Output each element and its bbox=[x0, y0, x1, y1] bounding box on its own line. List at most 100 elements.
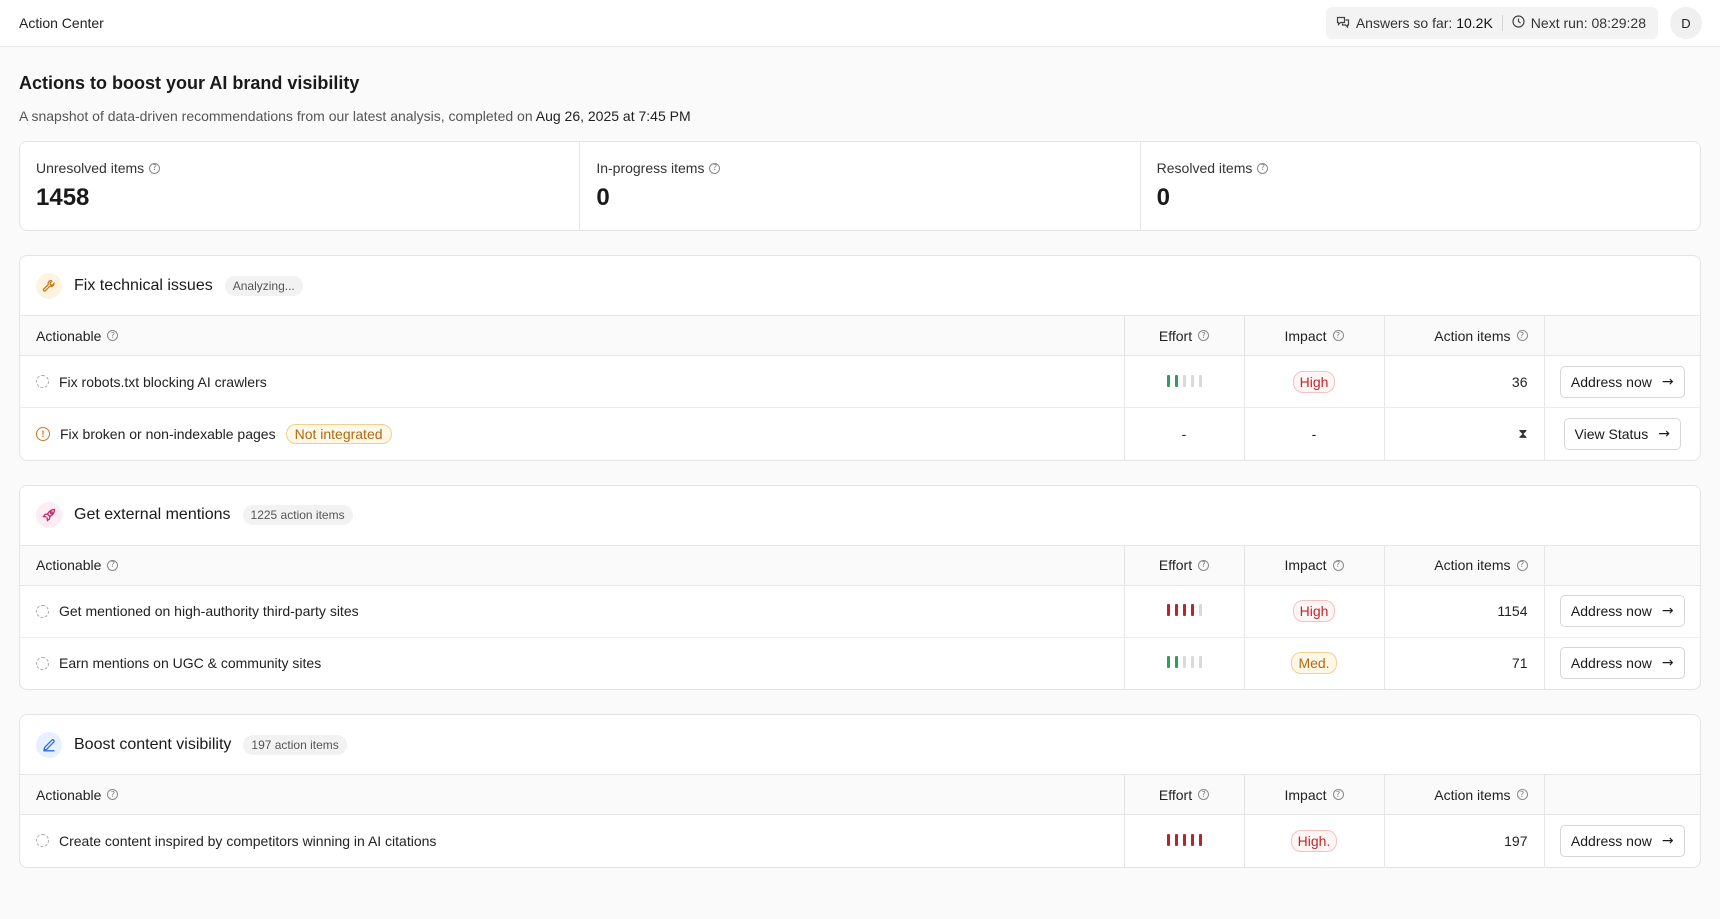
action-label: Get mentioned on high-authority third-pa… bbox=[59, 603, 359, 619]
top-bar: Action Center Answers so far: 10.2K Next… bbox=[0, 0, 1720, 47]
col-action-items: Action items? bbox=[1384, 544, 1545, 586]
impact-badge: Med. bbox=[1291, 652, 1337, 675]
help-icon[interactable]: ? bbox=[107, 330, 119, 341]
actions-table: Actionable? Effort? Impact? Action items… bbox=[20, 544, 1700, 689]
section-content-visibility: Boost content visibility 197 action item… bbox=[19, 714, 1701, 868]
hourglass-icon: ⧗ bbox=[1518, 427, 1528, 443]
action-label: Fix robots.txt blocking AI crawlers bbox=[59, 373, 267, 390]
col-effort: Effort? bbox=[1124, 774, 1245, 815]
stat-resolved: Resolved items? 0 bbox=[1141, 142, 1700, 230]
section-title: Get external mentions bbox=[74, 506, 231, 523]
help-icon[interactable]: ? bbox=[1198, 559, 1210, 571]
stat-in-progress: In-progress items? 0 bbox=[580, 142, 1141, 230]
col-actionable: Actionable? bbox=[20, 774, 1125, 815]
address-now-button[interactable]: Address now → bbox=[1559, 647, 1685, 680]
stat-label: Unresolved items bbox=[36, 160, 145, 176]
col-actions bbox=[1544, 315, 1700, 356]
run-status: Answers so far: 10.2K Next run: 08:29:28 bbox=[1325, 7, 1658, 39]
actions-table: Actionable? Effort? Impact? Action items… bbox=[20, 315, 1700, 460]
col-impact: Impact? bbox=[1244, 774, 1385, 815]
help-icon[interactable]: ? bbox=[149, 162, 161, 174]
view-status-button[interactable]: View Status → bbox=[1563, 417, 1681, 450]
section-external-mentions: Get external mentions 1225 action items … bbox=[19, 484, 1701, 690]
table-row[interactable]: Earn mentions on UGC & community sites M… bbox=[20, 637, 1700, 689]
stat-value: 0 bbox=[596, 184, 610, 211]
pen-icon bbox=[36, 731, 62, 758]
table-row[interactable]: Get mentioned on high-authority third-pa… bbox=[20, 585, 1700, 638]
arrow-right-icon: → bbox=[1658, 425, 1670, 442]
action-label: Earn mentions on UGC & community sites bbox=[59, 655, 322, 672]
col-action-items: Action items? bbox=[1384, 315, 1545, 356]
arrow-right-icon: → bbox=[1661, 373, 1674, 390]
pending-status-icon bbox=[36, 375, 49, 388]
table-row[interactable]: Fix robots.txt blocking AI crawlers High… bbox=[20, 355, 1700, 408]
stat-unresolved: Unresolved items? 1458 bbox=[20, 142, 581, 230]
col-effort: Effort? bbox=[1124, 315, 1245, 356]
effort-meter bbox=[1166, 833, 1202, 846]
help-icon[interactable]: ? bbox=[1198, 789, 1210, 800]
clock-icon bbox=[1512, 15, 1525, 31]
stats-panel: Unresolved items? 1458 In-progress items… bbox=[19, 141, 1701, 231]
help-icon[interactable]: ? bbox=[709, 162, 721, 174]
page-title: Actions to boost your AI brand visibilit… bbox=[19, 73, 360, 93]
effort-meter bbox=[1166, 374, 1202, 387]
effort-empty: - bbox=[1124, 407, 1245, 460]
help-icon[interactable]: ? bbox=[1332, 330, 1344, 341]
help-icon[interactable]: ? bbox=[1198, 330, 1210, 341]
impact-badge: High. bbox=[1290, 829, 1338, 852]
chat-bubbles-icon bbox=[1336, 15, 1350, 32]
col-actions bbox=[1544, 544, 1700, 586]
pending-status-icon bbox=[36, 604, 49, 618]
address-now-button[interactable]: Address now → bbox=[1559, 365, 1685, 398]
stat-value: 0 bbox=[1156, 184, 1171, 211]
impact-badge: High bbox=[1292, 370, 1336, 393]
arrow-right-icon: → bbox=[1661, 832, 1674, 849]
avatar[interactable]: D bbox=[1670, 7, 1702, 39]
help-icon[interactable]: ? bbox=[1516, 559, 1528, 571]
impact-empty: - bbox=[1244, 407, 1385, 460]
address-now-button[interactable]: Address now → bbox=[1559, 824, 1685, 857]
action-count: 1154 bbox=[1384, 585, 1545, 638]
col-impact: Impact? bbox=[1244, 315, 1385, 356]
rocket-icon bbox=[36, 502, 62, 528]
table-row[interactable]: Create content inspired by competitors w… bbox=[20, 814, 1700, 867]
help-icon[interactable]: ? bbox=[1257, 162, 1269, 174]
pending-status-icon bbox=[36, 656, 49, 670]
col-action-items: Action items? bbox=[1384, 774, 1545, 815]
answers-value: 10.2K bbox=[1456, 15, 1493, 31]
stat-value: 1458 bbox=[36, 184, 90, 211]
impact-badge: High bbox=[1292, 600, 1336, 622]
action-count: 197 bbox=[1384, 814, 1545, 867]
analysis-date: Aug 26, 2025 at 7:45 PM bbox=[535, 108, 691, 124]
action-label: Fix broken or non-indexable pages bbox=[60, 425, 276, 442]
section-badge: Analyzing... bbox=[224, 275, 303, 296]
actions-table: Actionable? Effort? Impact? Action items… bbox=[20, 774, 1700, 867]
stat-label: In-progress items bbox=[596, 160, 705, 176]
next-run-label: Next run: bbox=[1530, 15, 1588, 31]
action-count: 71 bbox=[1384, 637, 1545, 689]
answers-label: Answers so far: bbox=[1355, 15, 1453, 31]
col-actions bbox=[1544, 774, 1700, 815]
help-icon[interactable]: ? bbox=[1332, 789, 1344, 800]
col-impact: Impact? bbox=[1244, 544, 1385, 586]
action-count: 36 bbox=[1384, 355, 1545, 408]
help-icon[interactable]: ? bbox=[1516, 789, 1528, 800]
effort-meter bbox=[1166, 656, 1202, 669]
table-row[interactable]: ! Fix broken or non-indexable pages Not in… bbox=[20, 407, 1700, 460]
subtitle-text: A snapshot of data-driven recommendation… bbox=[19, 108, 533, 124]
arrow-right-icon: → bbox=[1661, 603, 1674, 619]
help-icon[interactable]: ? bbox=[107, 789, 119, 800]
section-badge: 1225 action items bbox=[242, 505, 353, 525]
action-label: Create content inspired by competitors w… bbox=[59, 832, 437, 849]
effort-meter bbox=[1166, 604, 1202, 616]
section-technical-issues: Fix technical issues Analyzing... Action… bbox=[19, 255, 1701, 461]
help-icon[interactable]: ? bbox=[1332, 559, 1344, 571]
warning-icon: ! bbox=[36, 426, 50, 441]
app-title: Action Center bbox=[19, 15, 104, 31]
section-title: Boost content visibility bbox=[74, 735, 232, 753]
next-run-value: 08:29:28 bbox=[1591, 15, 1647, 31]
help-icon[interactable]: ? bbox=[1516, 330, 1528, 341]
address-now-button[interactable]: Address now → bbox=[1559, 595, 1685, 627]
arrow-right-icon: → bbox=[1661, 655, 1674, 672]
help-icon[interactable]: ? bbox=[107, 559, 119, 571]
